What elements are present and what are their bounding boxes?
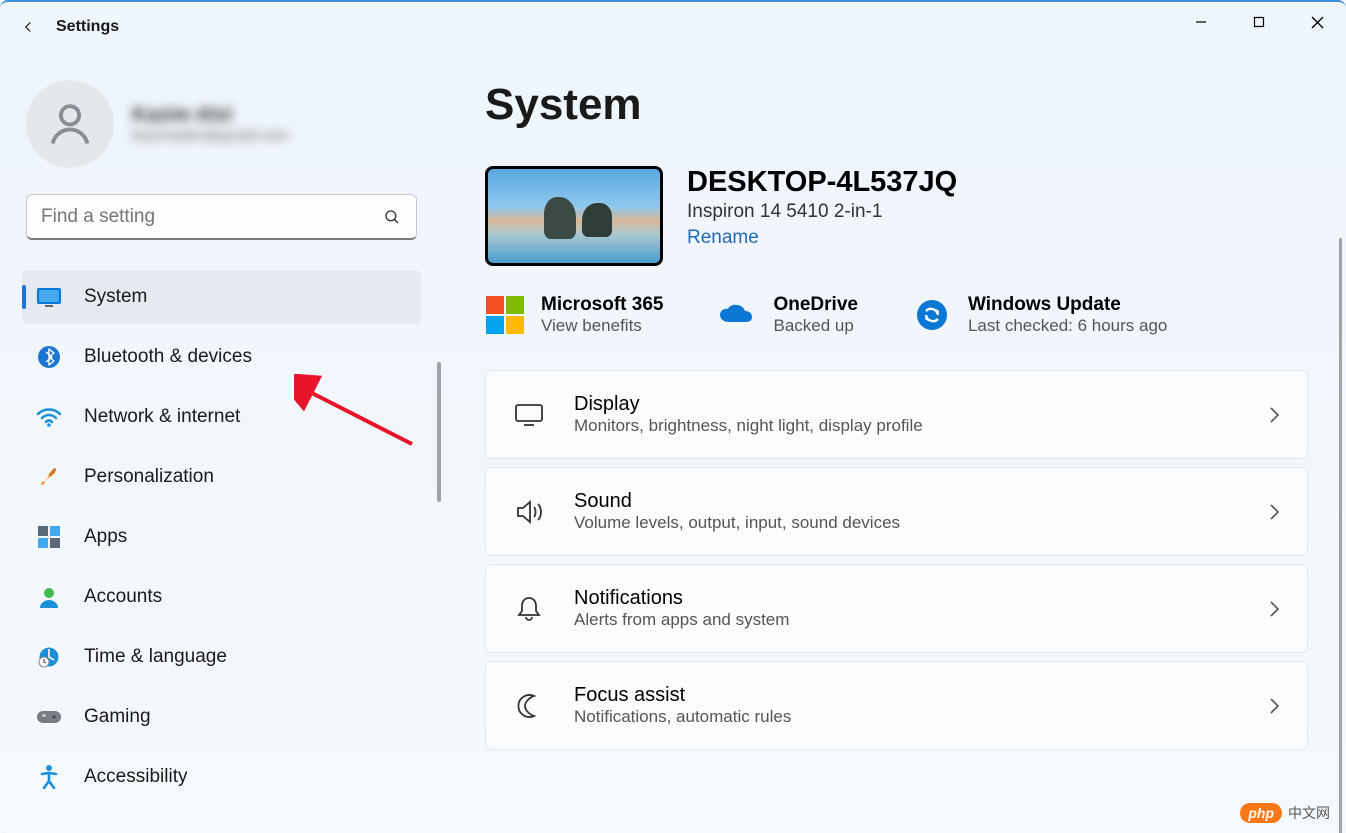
chevron-right-icon: [1267, 502, 1281, 522]
bell-icon: [512, 592, 546, 626]
card-title: Focus assist: [574, 684, 791, 707]
card-title: Sound: [574, 490, 900, 513]
search-wrap: [26, 194, 417, 240]
titlebar: Settings: [0, 2, 1346, 52]
maximize-icon: [1253, 16, 1265, 28]
search-input[interactable]: [26, 194, 417, 240]
person-icon: [44, 98, 96, 150]
watermark-badge: php: [1240, 803, 1282, 823]
window-controls: [1172, 2, 1346, 42]
rename-link[interactable]: Rename: [687, 227, 759, 249]
nav-label: Accessibility: [84, 766, 187, 788]
maximize-button[interactable]: [1230, 2, 1288, 42]
avatar: [26, 80, 114, 168]
page-title: System: [485, 80, 1308, 130]
sound-icon: [512, 495, 546, 529]
nav-item-apps[interactable]: Apps: [22, 510, 421, 564]
nav-label: Gaming: [84, 706, 151, 728]
device-name: DESKTOP-4L537JQ: [687, 166, 957, 199]
card-display[interactable]: Display Monitors, brightness, night ligh…: [485, 370, 1308, 459]
nav-item-bluetooth[interactable]: Bluetooth & devices: [22, 330, 421, 384]
status-row: Microsoft 365 View benefits OneDrive Bac…: [485, 294, 1308, 336]
status-windows-update[interactable]: Windows Update Last checked: 6 hours ago: [912, 294, 1167, 336]
nav-label: Accounts: [84, 586, 162, 608]
status-sub: Backed up: [773, 316, 857, 336]
nav-label: Apps: [84, 526, 127, 548]
device-thumbnail[interactable]: [485, 166, 663, 266]
status-title: Windows Update: [968, 294, 1167, 316]
microsoft365-icon: [485, 295, 525, 335]
nav-item-network[interactable]: Network & internet: [22, 390, 421, 444]
back-button[interactable]: [8, 7, 48, 47]
watermark: php 中文网: [1240, 803, 1330, 823]
nav-item-accounts[interactable]: Accounts: [22, 570, 421, 624]
settings-window: Settings Kazim Alvi kazimalalvi@gmail.co…: [0, 0, 1346, 833]
search-button[interactable]: [373, 198, 411, 236]
status-sub: View benefits: [541, 316, 663, 336]
profile-text: Kazim Alvi kazimalalvi@gmail.com: [132, 104, 289, 144]
close-button[interactable]: [1288, 2, 1346, 42]
nav-item-accessibility[interactable]: Accessibility: [22, 750, 421, 804]
minimize-button[interactable]: [1172, 2, 1230, 42]
update-icon: [912, 295, 952, 335]
wifi-icon: [36, 404, 62, 430]
card-notifications[interactable]: Notifications Alerts from apps and syste…: [485, 564, 1308, 653]
moon-icon: [512, 689, 546, 723]
main-scrollbar[interactable]: [1339, 238, 1342, 833]
arrow-left-icon: [19, 18, 37, 36]
watermark-text: 中文网: [1288, 803, 1330, 823]
nav-label: System: [84, 286, 147, 308]
gamepad-icon: [36, 704, 62, 730]
nav-label: Network & internet: [84, 406, 240, 428]
status-sub: Last checked: 6 hours ago: [968, 316, 1167, 336]
system-icon: [36, 284, 62, 310]
card-sub: Monitors, brightness, night light, displ…: [574, 416, 923, 436]
accessibility-icon: [36, 764, 62, 790]
card-sub: Alerts from apps and system: [574, 610, 789, 630]
chevron-right-icon: [1267, 405, 1281, 425]
nav-label: Bluetooth & devices: [84, 346, 252, 368]
nav-list: System Bluetooth & devices Network & int…: [22, 270, 421, 804]
search-icon: [383, 208, 401, 226]
card-focus-assist[interactable]: Focus assist Notifications, automatic ru…: [485, 661, 1308, 750]
minimize-icon: [1195, 16, 1207, 28]
chevron-right-icon: [1267, 696, 1281, 716]
profile-email: kazimalalvi@gmail.com: [132, 127, 289, 144]
status-title: Microsoft 365: [541, 294, 663, 316]
status-onedrive[interactable]: OneDrive Backed up: [717, 294, 857, 336]
device-section: DESKTOP-4L537JQ Inspiron 14 5410 2-in-1 …: [485, 166, 1308, 266]
bluetooth-icon: [36, 344, 62, 370]
apps-icon: [36, 524, 62, 550]
card-sound[interactable]: Sound Volume levels, output, input, soun…: [485, 467, 1308, 556]
nav-item-personalization[interactable]: Personalization: [22, 450, 421, 504]
display-icon: [512, 398, 546, 432]
sidebar: Kazim Alvi kazimalalvi@gmail.com System: [0, 52, 435, 833]
device-info: DESKTOP-4L537JQ Inspiron 14 5410 2-in-1 …: [687, 166, 957, 249]
nav-label: Time & language: [84, 646, 227, 668]
status-title: OneDrive: [773, 294, 857, 316]
card-title: Notifications: [574, 587, 789, 610]
chevron-right-icon: [1267, 599, 1281, 619]
card-sub: Notifications, automatic rules: [574, 707, 791, 727]
app-title: Settings: [56, 18, 119, 36]
nav-item-time[interactable]: Time & language: [22, 630, 421, 684]
profile-name: Kazim Alvi: [132, 104, 289, 127]
clock-globe-icon: [36, 644, 62, 670]
nav-item-system[interactable]: System: [22, 270, 421, 324]
main-content: System DESKTOP-4L537JQ Inspiron 14 5410 …: [435, 52, 1346, 833]
status-microsoft365[interactable]: Microsoft 365 View benefits: [485, 294, 663, 336]
device-model: Inspiron 14 5410 2-in-1: [687, 201, 957, 223]
close-icon: [1311, 16, 1324, 29]
accounts-icon: [36, 584, 62, 610]
profile-section[interactable]: Kazim Alvi kazimalalvi@gmail.com: [26, 80, 417, 168]
onedrive-icon: [717, 295, 757, 335]
card-sub: Volume levels, output, input, sound devi…: [574, 513, 900, 533]
card-title: Display: [574, 393, 923, 416]
nav-item-gaming[interactable]: Gaming: [22, 690, 421, 744]
nav-label: Personalization: [84, 466, 214, 488]
brush-icon: [36, 464, 62, 490]
